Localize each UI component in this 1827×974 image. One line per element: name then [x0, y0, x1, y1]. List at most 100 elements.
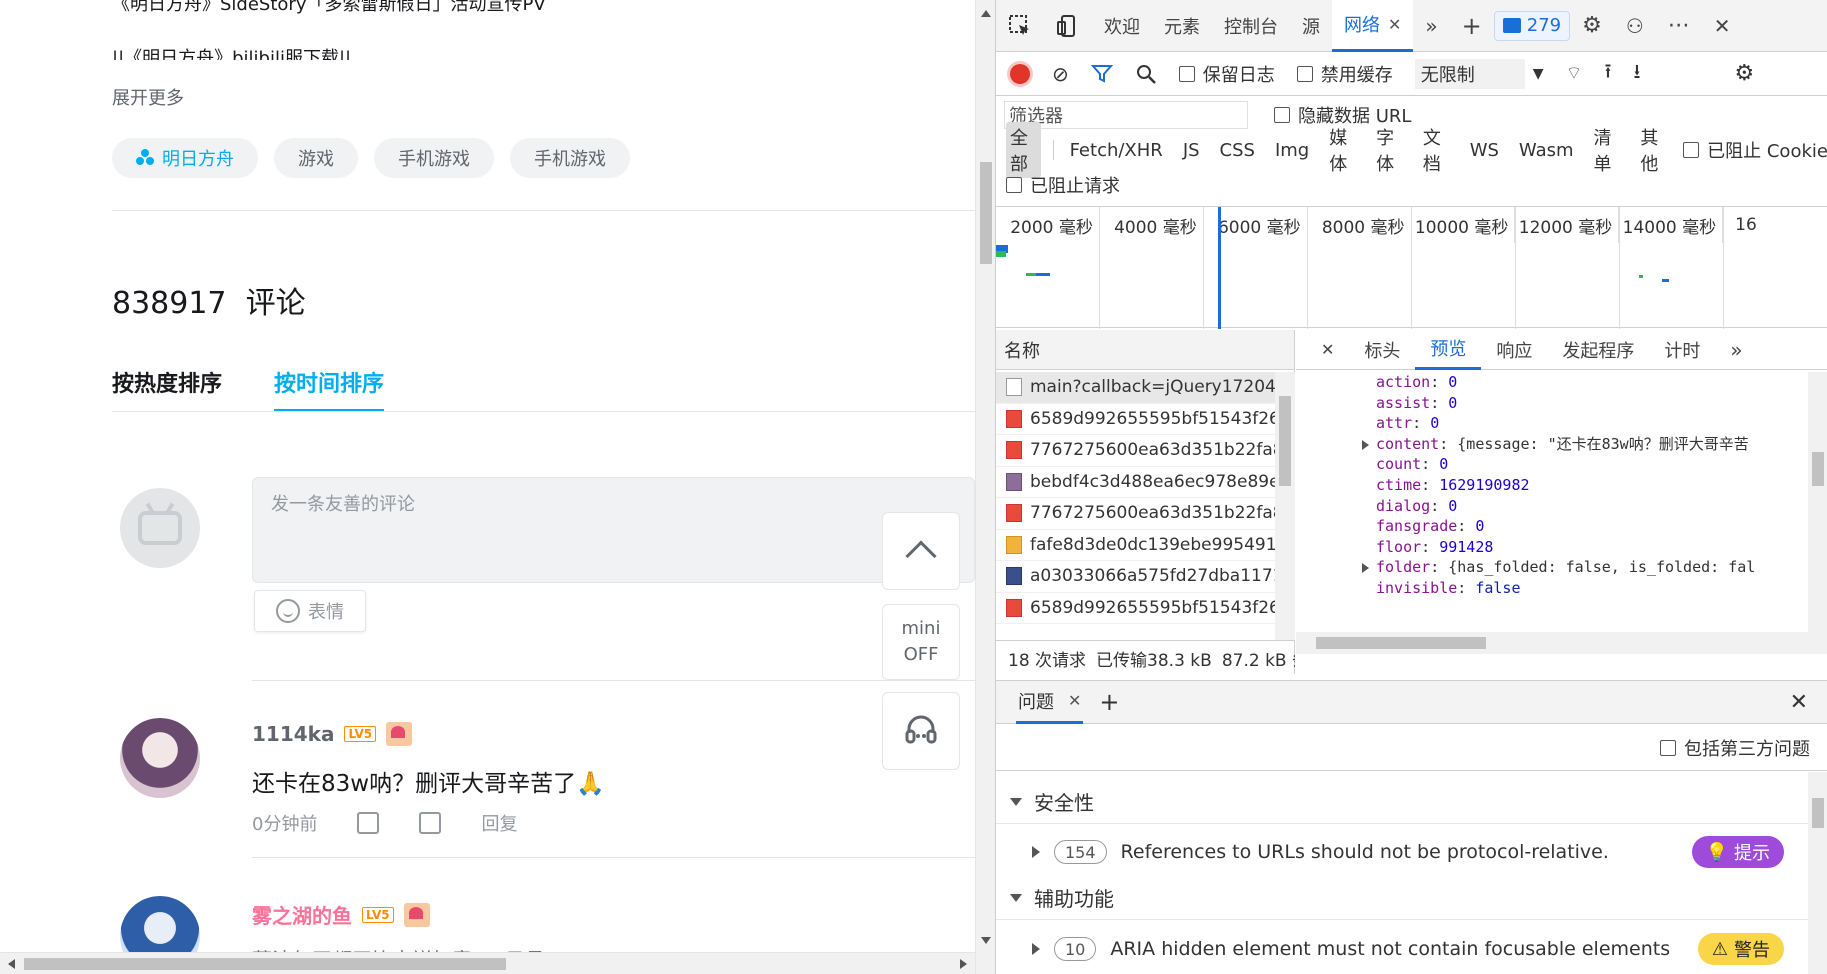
mini-player-toggle[interactable]: mini OFF — [882, 604, 960, 680]
emoji-button[interactable]: 表情 — [254, 590, 366, 632]
tab-timing[interactable]: 计时 — [1649, 330, 1715, 370]
add-drawer-tab-button[interactable]: + — [1099, 688, 1119, 716]
tab-welcome[interactable]: 欢迎 — [1092, 0, 1152, 52]
close-devtools-button[interactable]: ✕ — [1702, 0, 1743, 52]
sort-by-time[interactable]: 按时间排序 — [274, 366, 385, 412]
inspect-element-button[interactable] — [996, 0, 1044, 52]
scroll-right-arrow[interactable] — [960, 959, 967, 969]
scroll-thumb[interactable] — [24, 958, 506, 970]
checkbox[interactable] — [1178, 65, 1195, 82]
tab-issues[interactable]: 问题 ✕ — [1016, 680, 1084, 724]
search-icon[interactable] — [1135, 63, 1157, 85]
scroll-thumb[interactable] — [1316, 637, 1486, 649]
close-detail-button[interactable]: ✕ — [1306, 330, 1349, 370]
request-row[interactable]: 7767275600ea63d351b22fa87... — [996, 498, 1275, 530]
tab-headers[interactable]: 标头 — [1349, 330, 1415, 370]
close-tab-icon[interactable]: ✕ — [1388, 15, 1401, 34]
checkbox[interactable] — [1296, 65, 1313, 82]
more-tabs-button[interactable]: » — [1413, 0, 1449, 52]
username[interactable]: 1114ka — [252, 722, 334, 746]
scroll-thumb[interactable] — [1812, 452, 1824, 486]
include-third-party-checkbox[interactable]: 包括第三方问题 — [1660, 735, 1810, 761]
type-js[interactable]: JS — [1179, 138, 1204, 163]
issues-scrollbar[interactable] — [1808, 772, 1827, 974]
upload-icon[interactable]: ⭱ — [1604, 57, 1611, 91]
scroll-down-arrow[interactable] — [981, 937, 991, 944]
request-row[interactable]: main?callback=jQuery172040... — [996, 372, 1275, 404]
video-desc-link[interactable]: ||《明日方舟》bilibili服下载|| — [112, 44, 351, 60]
scroll-up-arrow[interactable] — [981, 10, 991, 17]
close-tab-icon[interactable]: ✕ — [1068, 691, 1081, 710]
request-list-scrollbar[interactable] — [1275, 372, 1295, 640]
tab-response[interactable]: 响应 — [1481, 330, 1547, 370]
settings-button[interactable]: ⚙ — [1570, 0, 1614, 52]
blocked-requests-checkbox[interactable]: 已阻止请求 — [1006, 172, 1120, 198]
checkbox[interactable] — [1660, 739, 1676, 756]
request-row[interactable]: a03033066a575fd27dba11710... — [996, 561, 1275, 593]
issue-row[interactable]: 154 References to URLs should not be pro… — [996, 829, 1808, 875]
name-column-header[interactable]: 名称 — [996, 330, 1294, 370]
close-drawer-button[interactable]: ✕ — [1790, 690, 1808, 715]
device-toolbar-button[interactable] — [1044, 0, 1092, 52]
json-property-expandable[interactable]: content: {message: "还卡在83w呐？删评大哥辛苦 — [1362, 434, 1808, 455]
json-property-expandable[interactable]: folder: {has_folded: false, is_folded: f… — [1362, 557, 1808, 578]
filter-icon[interactable] — [1090, 63, 1113, 85]
type-img[interactable]: Img — [1271, 138, 1313, 163]
tab-initiator[interactable]: 发起程序 — [1547, 330, 1649, 370]
request-row[interactable]: 7767275600ea63d351b22fa87... — [996, 435, 1275, 467]
network-conditions-icon[interactable]: ⌔ — [1566, 62, 1583, 85]
issues-counter[interactable]: 279 — [1493, 10, 1571, 41]
like-icon[interactable] — [357, 812, 380, 834]
tag-mobile-game-2[interactable]: 手机游戏 — [510, 138, 630, 178]
network-overview-timeline[interactable]: 2000 毫秒 4000 毫秒 6000 毫秒 8000 毫秒 10000 毫秒… — [996, 206, 1827, 329]
type-fetch-xhr[interactable]: Fetch/XHR — [1066, 138, 1167, 163]
clear-icon[interactable]: ⊘ — [1052, 62, 1069, 86]
page-vertical-scrollbar[interactable] — [975, 0, 995, 974]
scroll-thumb[interactable] — [1812, 798, 1824, 828]
request-row[interactable]: 6589d992655595bf51543f268... — [996, 404, 1275, 435]
download-icon[interactable]: ⭳ — [1633, 57, 1640, 91]
issue-row[interactable]: 10 ARIA hidden element must not contain … — [996, 926, 1808, 972]
request-row[interactable]: 6589d992655595bf51543f268... — [996, 593, 1275, 624]
back-to-top-button[interactable] — [882, 512, 960, 590]
type-wasm[interactable]: Wasm — [1515, 138, 1578, 163]
preserve-log-checkbox[interactable]: 保留日志 — [1178, 61, 1275, 87]
tab-elements[interactable]: 元素 — [1152, 0, 1212, 52]
issue-category-accessibility[interactable]: 辅助功能 — [996, 876, 1808, 920]
scroll-thumb[interactable] — [1279, 396, 1291, 486]
tag-mobile-game[interactable]: 手机游戏 — [374, 138, 494, 178]
issue-category-security[interactable]: 安全性 — [996, 780, 1808, 824]
type-css[interactable]: CSS — [1216, 138, 1259, 163]
checkbox[interactable] — [1274, 107, 1290, 123]
reply-button[interactable]: 回复 — [481, 810, 517, 836]
disable-cache-checkbox[interactable]: 禁用缓存 — [1296, 61, 1393, 87]
tab-console[interactable]: 控制台 — [1212, 0, 1290, 52]
throttle-select[interactable]: 无限制 ▼ — [1414, 58, 1544, 89]
add-tab-button[interactable]: + — [1450, 0, 1494, 52]
page-horizontal-scrollbar[interactable] — [0, 952, 975, 974]
record-button[interactable] — [1010, 63, 1030, 84]
tag-game[interactable]: 游戏 — [274, 138, 358, 178]
customer-service-button[interactable] — [882, 692, 960, 770]
sort-by-hot[interactable]: 按热度排序 — [112, 366, 222, 398]
expand-more-link[interactable]: 展开更多 — [112, 84, 184, 110]
request-row[interactable]: fafe8d3de0dc139ebe995491d... — [996, 530, 1275, 561]
tab-network[interactable]: 网络 ✕ — [1332, 0, 1414, 52]
tab-sources[interactable]: 源 — [1290, 0, 1332, 52]
tab-preview[interactable]: 预览 — [1415, 330, 1482, 370]
more-detail-tabs[interactable]: » — [1715, 330, 1757, 370]
checkbox[interactable] — [1683, 142, 1700, 158]
checkbox[interactable] — [1006, 177, 1022, 193]
comment-input[interactable]: 发一条友善的评论 — [252, 477, 975, 583]
request-row[interactable]: bebdf4c3d488ea6ec978e89e9... — [996, 467, 1275, 498]
username[interactable]: 雾之湖的鱼 — [252, 900, 352, 929]
user-avatar[interactable] — [120, 718, 200, 798]
dislike-icon[interactable] — [419, 812, 442, 834]
scroll-left-arrow[interactable] — [8, 959, 15, 969]
preview-vertical-scrollbar[interactable] — [1808, 372, 1827, 632]
more-options-button[interactable]: ⋯ — [1656, 0, 1702, 52]
blocked-cookies-checkbox[interactable]: 已阻止 Cookie — [1683, 137, 1827, 163]
scroll-thumb[interactable] — [980, 162, 992, 264]
expand-triangle-icon[interactable] — [1362, 439, 1369, 450]
preview-horizontal-scrollbar[interactable] — [1296, 632, 1827, 654]
